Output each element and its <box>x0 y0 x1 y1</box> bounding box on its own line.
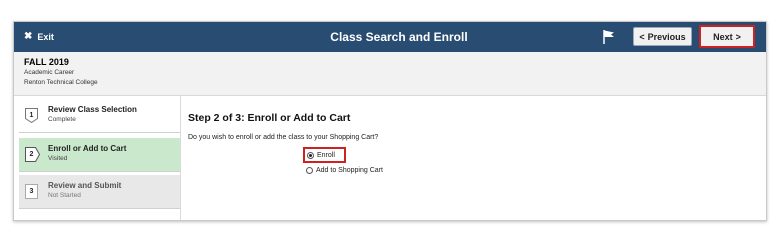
step-status: Visited <box>48 155 68 162</box>
step-item-review-and-submit[interactable]: 3 Review and Submit Not Started <box>19 175 180 209</box>
content-divider <box>180 95 181 220</box>
enroll-question: Do you wish to enroll or add the class t… <box>188 134 379 141</box>
step-item-enroll-or-add-to-cart[interactable]: 2 Enroll or Add to Cart Visited <box>19 138 180 172</box>
step-name: Review and Submit <box>48 181 122 190</box>
step-heading: Step 2 of 3: Enroll or Add to Cart <box>188 112 351 124</box>
exit-button[interactable]: ✖ Exit <box>24 30 54 44</box>
add-to-cart-radio[interactable] <box>306 167 313 174</box>
add-to-cart-option-label: Add to Shopping Cart <box>316 167 383 174</box>
next-label: Next <box>713 31 733 42</box>
term-label: FALL 2019 <box>24 57 69 67</box>
step-name: Enroll or Add to Cart <box>48 144 127 153</box>
step-number-badge: 3 <box>25 184 40 199</box>
chevron-right-icon: > <box>735 31 741 42</box>
chevron-left-icon: < <box>639 31 645 42</box>
step-status: Not Started <box>48 192 81 199</box>
step-number-badge: 1 <box>25 108 40 123</box>
page-title: Class Search and Enroll <box>330 30 468 44</box>
career-header: FALL 2019 Academic Career Renton Technic… <box>14 52 766 96</box>
add-to-cart-option[interactable]: Add to Shopping Cart <box>306 167 383 174</box>
next-button[interactable]: Next > <box>699 25 755 48</box>
college-name: Renton Technical College <box>24 79 98 86</box>
exit-label: Exit <box>37 32 54 42</box>
step-item-review-class-selection[interactable]: 1 Review Class Selection Complete <box>19 99 180 133</box>
close-icon: ✖ <box>24 31 33 42</box>
top-bar: ✖ Exit Class Search and Enroll < Previou… <box>14 22 766 52</box>
enroll-radio[interactable] <box>307 151 314 159</box>
step-number-badge: 2 <box>25 147 40 162</box>
enroll-option[interactable]: Enroll <box>303 147 346 163</box>
enroll-option-label: Enroll <box>317 151 335 159</box>
step-sidebar: 1 Review Class Selection Complete 2 Enro… <box>19 99 180 215</box>
enroll-window: ✖ Exit Class Search and Enroll < Previou… <box>13 21 767 221</box>
academic-career-label: Academic Career <box>24 69 75 76</box>
step-name: Review Class Selection <box>48 105 137 114</box>
previous-label: Previous <box>647 31 686 42</box>
previous-button[interactable]: < Previous <box>633 27 692 46</box>
step-status: Complete <box>48 116 76 123</box>
flag-icon[interactable] <box>602 29 616 45</box>
